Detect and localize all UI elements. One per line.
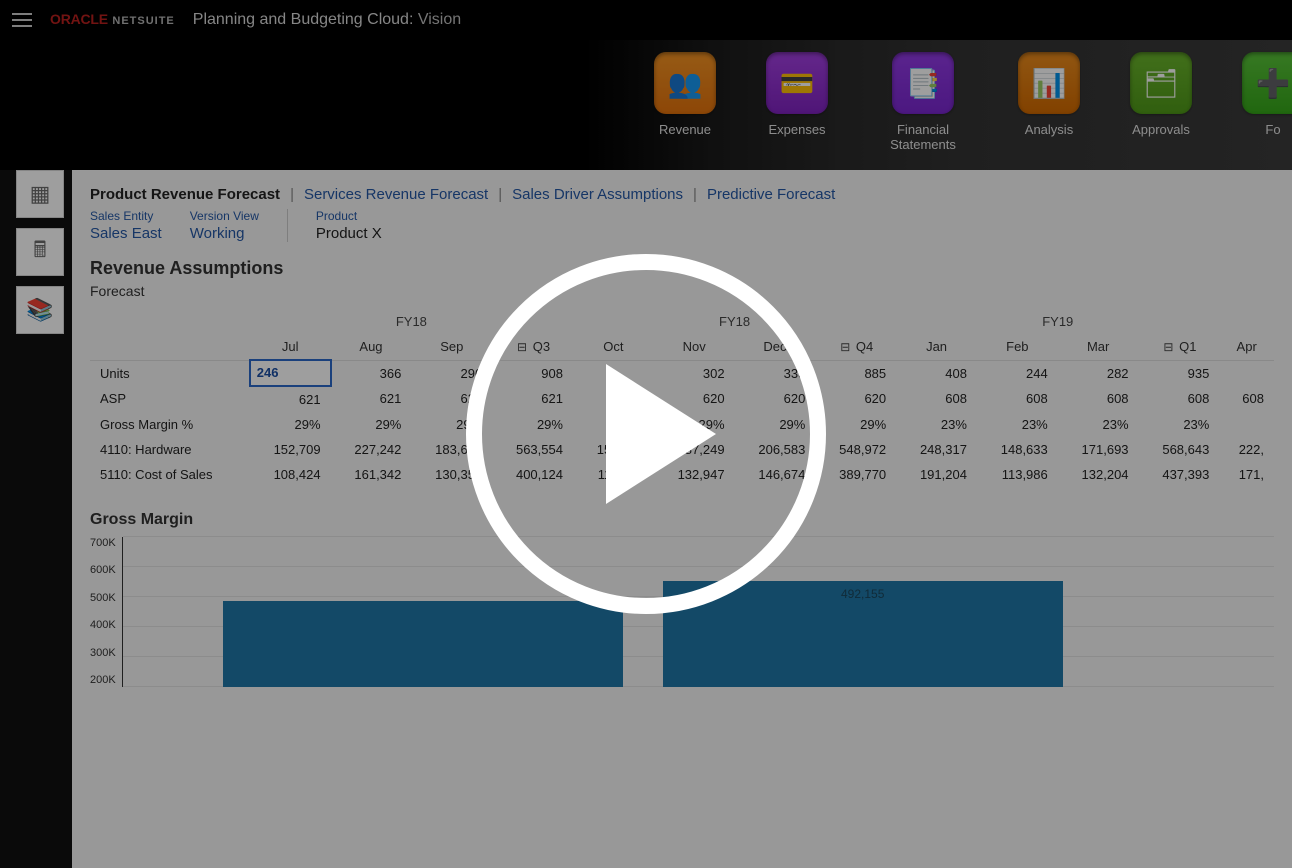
- data-cell[interactable]: 29%: [815, 412, 896, 437]
- nav-label: Revenue: [659, 122, 711, 137]
- chart-bar[interactable]: 492,155: [663, 581, 1063, 686]
- data-cell[interactable]: 248,317: [896, 437, 977, 462]
- pov-entity[interactable]: Sales Entity Sales East: [90, 209, 162, 242]
- data-cell[interactable]: 608: [1139, 386, 1220, 412]
- pov-row: Sales Entity Sales East Version View Wor…: [90, 209, 1274, 242]
- data-cell[interactable]: 29%: [331, 412, 412, 437]
- menu-icon[interactable]: [12, 13, 32, 27]
- data-cell[interactable]: 620: [815, 386, 896, 412]
- brand-oracle: ORACLE: [50, 11, 108, 27]
- data-cell[interactable]: 23%: [977, 412, 1058, 437]
- data-cell[interactable]: 23%: [1058, 412, 1139, 437]
- nav-tile-analysis[interactable]: 📊 Analysis: [1018, 52, 1080, 170]
- top-bar: ORACLE NETSUITE Planning and Budgeting C…: [0, 0, 1292, 40]
- expenses-icon: 💳: [766, 52, 828, 114]
- left-rail: ▦ 🖩 📚: [16, 170, 64, 334]
- data-cell[interactable]: 621: [331, 386, 412, 412]
- data-cell[interactable]: 408: [896, 360, 977, 386]
- data-cell[interactable]: 171,693: [1058, 437, 1139, 462]
- nav-tile-financial-statements[interactable]: 📑 Financial Statements: [878, 52, 968, 170]
- app-title: Planning and Budgeting Cloud: Vision: [193, 11, 461, 29]
- revenue-icon: 👥: [654, 52, 716, 114]
- data-cell[interactable]: 935: [1139, 360, 1220, 386]
- nav-label: Fo: [1265, 122, 1280, 137]
- data-cell[interactable]: 608: [977, 386, 1058, 412]
- row-label: Units: [90, 360, 250, 386]
- nav-label: Financial Statements: [878, 122, 968, 152]
- data-cell[interactable]: 191,204: [896, 462, 977, 487]
- data-cell[interactable]: 23%: [1139, 412, 1220, 437]
- nav-label: Expenses: [768, 122, 825, 137]
- pov-product[interactable]: Product Product X: [316, 209, 382, 242]
- approvals-icon: 🗂: [1130, 52, 1192, 114]
- data-cell[interactable]: 132,204: [1058, 462, 1139, 487]
- data-cell[interactable]: 227,242: [331, 437, 412, 462]
- data-cell[interactable]: 244: [977, 360, 1058, 386]
- data-cell[interactable]: [1219, 412, 1274, 437]
- rail-btn-calc[interactable]: 🖩: [16, 228, 64, 276]
- pov-version[interactable]: Version View Working: [190, 209, 259, 242]
- data-cell[interactable]: 885: [815, 360, 896, 386]
- row-label: ASP: [90, 386, 250, 412]
- data-cell[interactable]: 608: [1058, 386, 1139, 412]
- form-tab[interactable]: Predictive Forecast: [707, 186, 835, 203]
- form-tab-active[interactable]: Product Revenue Forecast: [90, 186, 280, 203]
- data-cell[interactable]: 171,: [1219, 462, 1274, 487]
- play-button[interactable]: [466, 254, 826, 614]
- data-cell[interactable]: 222,: [1219, 437, 1274, 462]
- nav-label: Approvals: [1132, 122, 1190, 137]
- row-label: Gross Margin %: [90, 412, 250, 437]
- more-icon: ➕: [1242, 52, 1292, 114]
- brand-netsuite: NETSUITE: [112, 15, 174, 27]
- data-cell[interactable]: 608: [1219, 386, 1274, 412]
- form-tab[interactable]: Sales Driver Assumptions: [512, 186, 683, 203]
- data-cell[interactable]: 608: [896, 386, 977, 412]
- data-cell[interactable]: 437,393: [1139, 462, 1220, 487]
- nav-label: Analysis: [1025, 122, 1073, 137]
- nav-tile-expenses[interactable]: 💳 Expenses: [766, 52, 828, 170]
- rail-btn-binders[interactable]: 📚: [16, 286, 64, 334]
- nav-strip: 👥 Revenue 💳 Expenses 📑 Financial Stateme…: [0, 40, 1292, 170]
- data-cell[interactable]: 568,643: [1139, 437, 1220, 462]
- row-label: 4110: Hardware: [90, 437, 250, 462]
- data-cell[interactable]: [1219, 360, 1274, 386]
- nav-tile-revenue[interactable]: 👥 Revenue: [654, 52, 716, 170]
- data-cell[interactable]: 366: [331, 360, 412, 386]
- chart-bar[interactable]: [223, 601, 623, 687]
- chart-y-axis: 700K600K500K400K300K200K: [90, 537, 122, 687]
- data-cell[interactable]: 108,424: [250, 462, 331, 487]
- data-cell[interactable]: 23%: [896, 412, 977, 437]
- data-cell[interactable]: 152,709: [250, 437, 331, 462]
- data-cell[interactable]: 148,633: [977, 437, 1058, 462]
- data-cell[interactable]: 282: [1058, 360, 1139, 386]
- play-icon: [606, 364, 716, 504]
- brand: ORACLE NETSUITE: [50, 11, 175, 29]
- data-cell[interactable]: 113,986: [977, 462, 1058, 487]
- form-tabs: Product Revenue Forecast | Services Reve…: [90, 186, 1274, 203]
- financial-statements-icon: 📑: [892, 52, 954, 114]
- data-cell[interactable]: 29%: [250, 412, 331, 437]
- nav-tile-approvals[interactable]: 🗂 Approvals: [1130, 52, 1192, 170]
- data-cell[interactable]: 548,972: [815, 437, 896, 462]
- rail-btn-cube[interactable]: ▦: [16, 170, 64, 218]
- data-cell[interactable]: 161,342: [331, 462, 412, 487]
- editing-cell[interactable]: 246: [250, 360, 331, 386]
- form-tab[interactable]: Services Revenue Forecast: [304, 186, 488, 203]
- data-cell[interactable]: 621: [250, 386, 331, 412]
- row-label: 5110: Cost of Sales: [90, 462, 250, 487]
- data-cell[interactable]: 389,770: [815, 462, 896, 487]
- nav-tile-more[interactable]: ➕ Fo: [1242, 52, 1292, 170]
- analysis-icon: 📊: [1018, 52, 1080, 114]
